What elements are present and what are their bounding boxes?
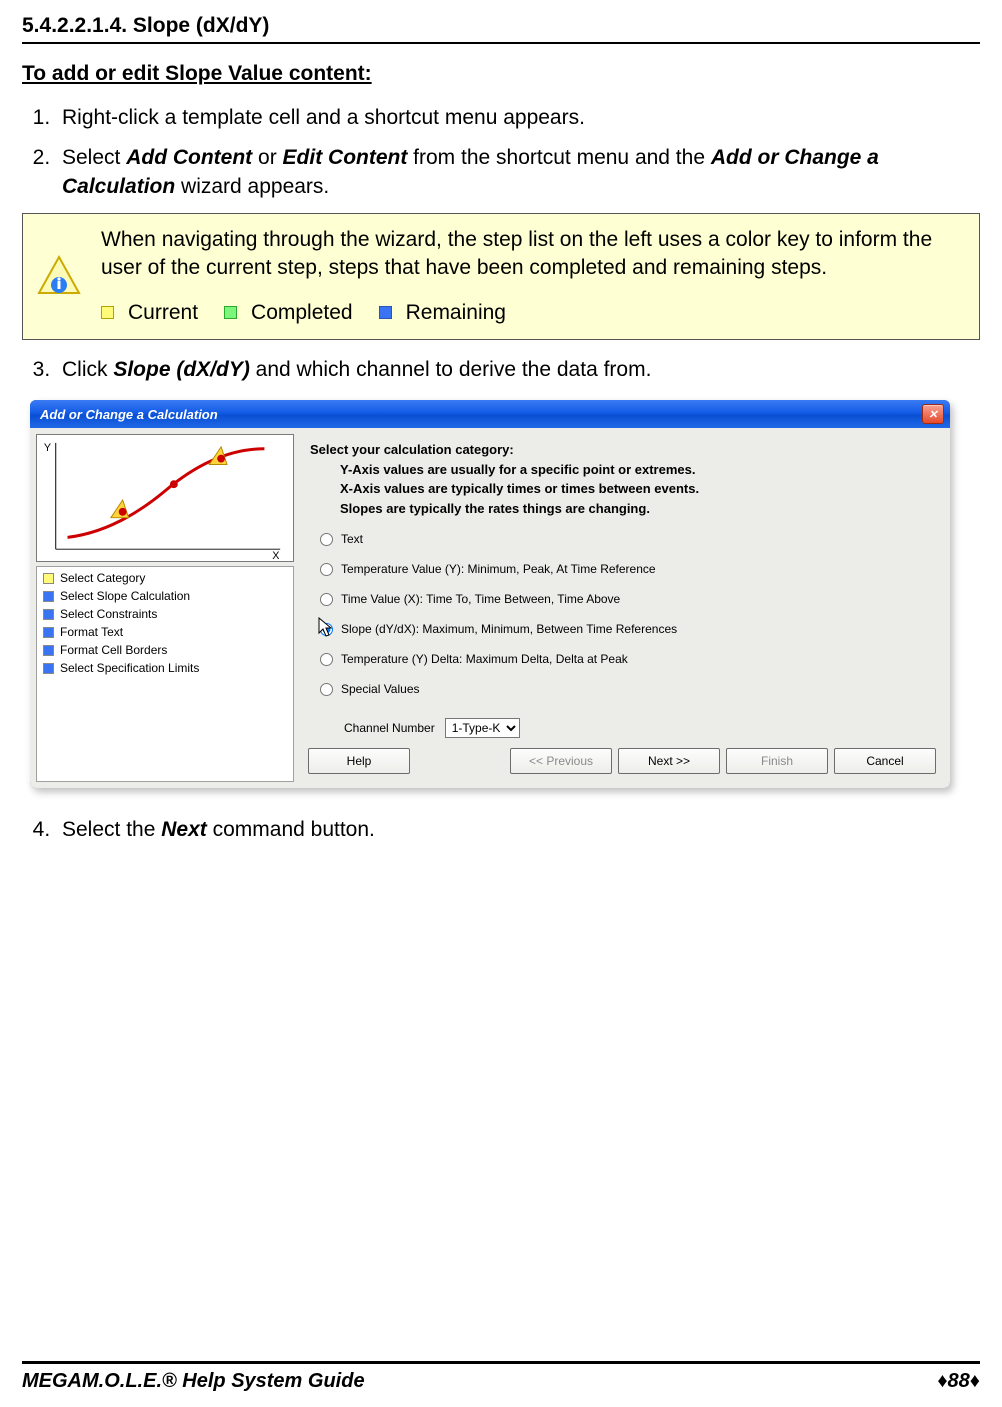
radio-input[interactable] (320, 533, 333, 546)
radio-input[interactable] (320, 563, 333, 576)
legend-square-completed (224, 306, 237, 319)
step-status-icon (43, 609, 54, 620)
cancel-button[interactable]: Cancel (834, 748, 936, 774)
wizard-step-item[interactable]: Format Cell Borders (39, 641, 291, 659)
radio-input[interactable] (320, 683, 333, 696)
instruction-list: Click Slope (dX/dY) and which channel to… (56, 356, 980, 384)
wizard-step-item[interactable]: Select Slope Calculation (39, 587, 291, 605)
help-button[interactable]: Help (308, 748, 410, 774)
close-button[interactable] (922, 404, 944, 424)
instruction-text: Click (62, 358, 113, 381)
step-status-icon (43, 591, 54, 602)
wizard-steps-list: Select Category Select Slope Calculation… (36, 566, 294, 782)
wizard-preview-graph: Y X (36, 434, 294, 562)
radio-input[interactable] (320, 653, 333, 666)
wizard-step-item[interactable]: Select Category (39, 569, 291, 587)
radio-label: Special Values (341, 682, 420, 696)
previous-button[interactable]: << Previous (510, 748, 612, 774)
list-item: Select the Next command button. (56, 816, 980, 844)
step-status-icon (43, 627, 54, 638)
instruction-text: and which channel to derive the data fro… (250, 358, 652, 381)
radio-text[interactable]: Text (320, 532, 934, 546)
channel-row: Channel Number 1-Type-K (320, 718, 934, 738)
radio-temperature-y[interactable]: Temperature Value (Y): Minimum, Peak, At… (320, 562, 934, 576)
footer-rule (22, 1361, 980, 1364)
instruction-text: command button. (207, 818, 375, 841)
wizard-dialog: Add or Change a Calculation Y X (30, 400, 950, 788)
wizard-button-row: Help << Previous Next >> Finish Cancel (300, 738, 944, 782)
legend-square-remaining (379, 306, 392, 319)
step-label: Format Cell Borders (60, 641, 167, 659)
wizard-step-item[interactable]: Select Specification Limits (39, 659, 291, 677)
instruction-text: or (252, 146, 282, 169)
finish-button[interactable]: Finish (726, 748, 828, 774)
footer-left: MEGAM.O.L.E.® Help System Guide (22, 1370, 365, 1393)
list-item: Click Slope (dX/dY) and which channel to… (56, 356, 980, 384)
cursor-icon (318, 617, 334, 642)
dialog-titlebar[interactable]: Add or Change a Calculation (30, 400, 950, 428)
footer-brand-rest: M.O.L.E.® Help System Guide (82, 1370, 365, 1392)
instruction-list: Select the Next command button. (56, 816, 980, 844)
note-content: When navigating through the wizard, the … (101, 226, 963, 327)
instruction-text: from the shortcut menu and the (407, 146, 711, 169)
legend-label: Completed (251, 299, 353, 327)
radio-label: Temperature (Y) Delta: Maximum Delta, De… (341, 652, 628, 666)
radio-time-x[interactable]: Time Value (X): Time To, Time Between, T… (320, 592, 934, 606)
list-item: Right-click a template cell and a shortc… (56, 104, 980, 132)
dialog-title: Add or Change a Calculation (40, 407, 218, 422)
instruction-text: wizard appears. (175, 175, 329, 198)
radio-temperature-delta[interactable]: Temperature (Y) Delta: Maximum Delta, De… (320, 652, 934, 666)
emphasis: Add Content (126, 146, 252, 169)
legend-row: Current Completed Remaining (101, 299, 963, 327)
footer-brand-prefix: MEGA (22, 1370, 82, 1392)
instruction-text: Select (62, 146, 126, 169)
emphasis: Slope (dX/dY) (113, 358, 250, 381)
emphasis: Next (161, 818, 207, 841)
footer-right: ♦88♦ (937, 1370, 980, 1393)
radio-special-values[interactable]: Special Values (320, 682, 934, 696)
emphasis: Edit Content (283, 146, 408, 169)
wizard-step-item[interactable]: Format Text (39, 623, 291, 641)
wizard-instruction-heading: Select your calculation category: Y-Axis… (300, 434, 944, 524)
radio-input[interactable] (320, 593, 333, 606)
step-label: Select Specification Limits (60, 659, 199, 677)
svg-text:X: X (272, 550, 279, 561)
sub-heading: To add or edit Slope Value content: (22, 62, 980, 86)
instr-line: X-Axis values are typically times or tim… (310, 479, 934, 499)
instr-line: Y-Axis values are usually for a specific… (310, 460, 934, 480)
radio-label: Temperature Value (Y): Minimum, Peak, At… (341, 562, 656, 576)
calculation-category-radios: Text Temperature Value (Y): Minimum, Pea… (300, 524, 944, 738)
step-label: Select Constraints (60, 605, 157, 623)
list-item: Select Add Content or Edit Content from … (56, 144, 980, 201)
step-label: Select Slope Calculation (60, 587, 190, 605)
instruction-text: Select the (62, 818, 161, 841)
instr-title: Select your calculation category: (310, 440, 934, 460)
legend-square-current (101, 306, 114, 319)
step-status-icon (43, 663, 54, 674)
radio-slope[interactable]: Slope (dY/dX): Maximum, Minimum, Between… (320, 622, 934, 636)
step-label: Format Text (60, 623, 123, 641)
page-footer: MEGAM.O.L.E.® Help System Guide ♦88♦ (0, 1361, 1002, 1393)
radio-label: Text (341, 532, 363, 546)
next-button[interactable]: Next >> (618, 748, 720, 774)
instr-line: Slopes are typically the rates things ar… (310, 499, 934, 519)
channel-label: Channel Number (344, 721, 435, 735)
note-text: When navigating through the wizard, the … (101, 226, 963, 283)
channel-select[interactable]: 1-Type-K (445, 718, 520, 738)
instruction-text: Right-click a template cell and a shortc… (62, 106, 585, 129)
step-status-icon (43, 645, 54, 656)
step-status-icon (43, 573, 54, 584)
instruction-list: Right-click a template cell and a shortc… (56, 104, 980, 201)
step-label: Select Category (60, 569, 145, 587)
info-icon (35, 253, 83, 301)
wizard-step-item[interactable]: Select Constraints (39, 605, 291, 623)
note-box: When navigating through the wizard, the … (22, 213, 980, 340)
svg-text:Y: Y (44, 442, 51, 454)
radio-label: Time Value (X): Time To, Time Between, T… (341, 592, 620, 606)
legend-label: Current (128, 299, 198, 327)
radio-label: Slope (dY/dX): Maximum, Minimum, Between… (341, 622, 677, 636)
legend-label: Remaining (406, 299, 506, 327)
section-heading: 5.4.2.2.1.4. Slope (dX/dY) (22, 14, 980, 44)
